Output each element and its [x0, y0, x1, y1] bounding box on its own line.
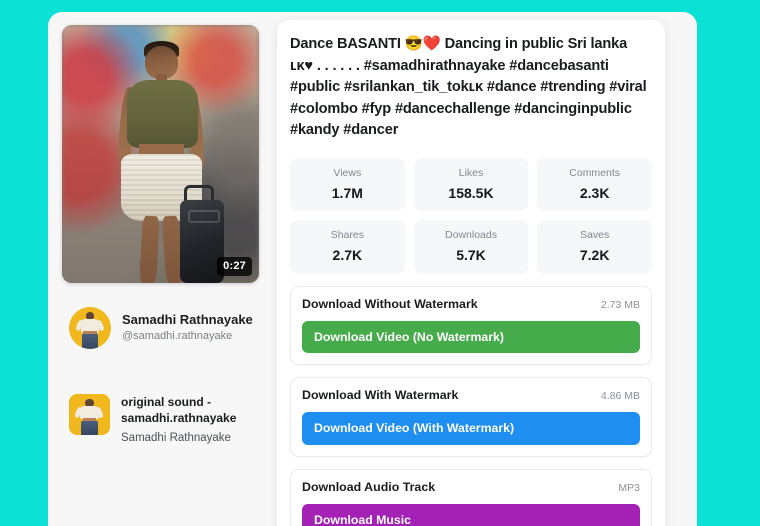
author-block[interactable]: Samadhi Rathnayake @samadhi.rathnayake [62, 307, 275, 349]
download-file-size: 2.73 MB [600, 298, 640, 311]
download-file-size: MP3 [618, 482, 640, 494]
music-cover-image [69, 394, 110, 435]
download-card-title: Download Without Watermark [302, 296, 478, 311]
stat-box: Views 1.7M [290, 157, 405, 212]
avatar[interactable] [69, 307, 111, 349]
stat-value: 2.7K [332, 246, 363, 263]
author-text: Samadhi Rathnayake @samadhi.rathnayake [122, 312, 253, 345]
download-button[interactable]: Download Music [302, 503, 640, 526]
download-file-size: 4.86 MB [600, 390, 640, 403]
stats-grid: Views 1.7M Likes 158.5K Comments 2.3K Shares 2.… [290, 157, 652, 274]
details-panel: Dance BASANTI 😎❤️ Dancing in public Sri … [277, 20, 665, 526]
download-card-header: Download With Watermark 4.86 MB [302, 388, 640, 403]
download-card-header: Download Audio Track MP3 [302, 480, 640, 495]
download-card: Download Without Watermark 2.73 MB Downloa… [290, 285, 652, 366]
download-button[interactable]: Download Video (No Watermark) [302, 320, 640, 354]
download-card-title: Download With Watermark [302, 388, 459, 403]
video-preview-column: 0:27 Samadhi Rathnayake @samadhi.rathnay… [62, 25, 275, 446]
download-card-title: Download Audio Track [302, 480, 436, 494]
downloads-list: Download Without Watermark 2.73 MB Downloa… [290, 285, 652, 526]
download-card: Download With Watermark 4.86 MB Download V… [290, 377, 652, 457]
author-name: Samadhi Rathnayake [122, 311, 253, 327]
download-card: Download Audio Track MP3 Download Music [290, 469, 652, 526]
music-cover-icon[interactable] [69, 394, 110, 435]
stat-value: 2.3K [579, 184, 610, 201]
video-thumbnail[interactable]: 0:27 [62, 25, 259, 283]
stat-label: Downloads [445, 229, 497, 242]
stat-label: Likes [458, 166, 484, 179]
music-block[interactable]: original sound - samadhi.rathnayake Sama… [62, 394, 275, 446]
stat-box: Shares 2.7K [290, 220, 405, 274]
author-handle: @samadhi.rathnayake [122, 329, 233, 342]
stat-value: 7.2K [579, 246, 610, 263]
music-artist: Samadhi Rathnayake [121, 431, 231, 444]
content-row: 0:27 Samadhi Rathnayake @samadhi.rathnay… [48, 12, 697, 526]
stat-box: Comments 2.3K [537, 157, 652, 212]
stat-label: Comments [569, 166, 621, 179]
page-container: 0:27 Samadhi Rathnayake @samadhi.rathnay… [48, 12, 697, 526]
stat-label: Shares [330, 229, 364, 242]
avatar-image [69, 307, 111, 349]
thumbnail-overlay [62, 25, 259, 283]
music-text: original sound - samadhi.rathnayake Sama… [121, 394, 241, 446]
stat-label: Saves [580, 229, 610, 242]
music-title: original sound - samadhi.rathnayake [121, 395, 237, 425]
stat-label: Views [333, 166, 362, 179]
post-title: Dance BASANTI 😎❤️ Dancing in public Sri … [290, 36, 647, 139]
stat-value: 158.5K [448, 184, 494, 201]
download-card-header: Download Without Watermark 2.73 MB [302, 297, 640, 312]
video-duration-badge: 0:27 [217, 257, 252, 276]
stat-value: 5.7K [456, 246, 486, 263]
stat-value: 1.7M [331, 184, 363, 201]
download-button[interactable]: Download Video (With Watermark) [302, 412, 640, 445]
stat-box: Saves 7.2K [537, 220, 652, 274]
stat-box: Downloads 5.7K [413, 220, 529, 274]
stat-box: Likes 158.5K [413, 157, 529, 212]
